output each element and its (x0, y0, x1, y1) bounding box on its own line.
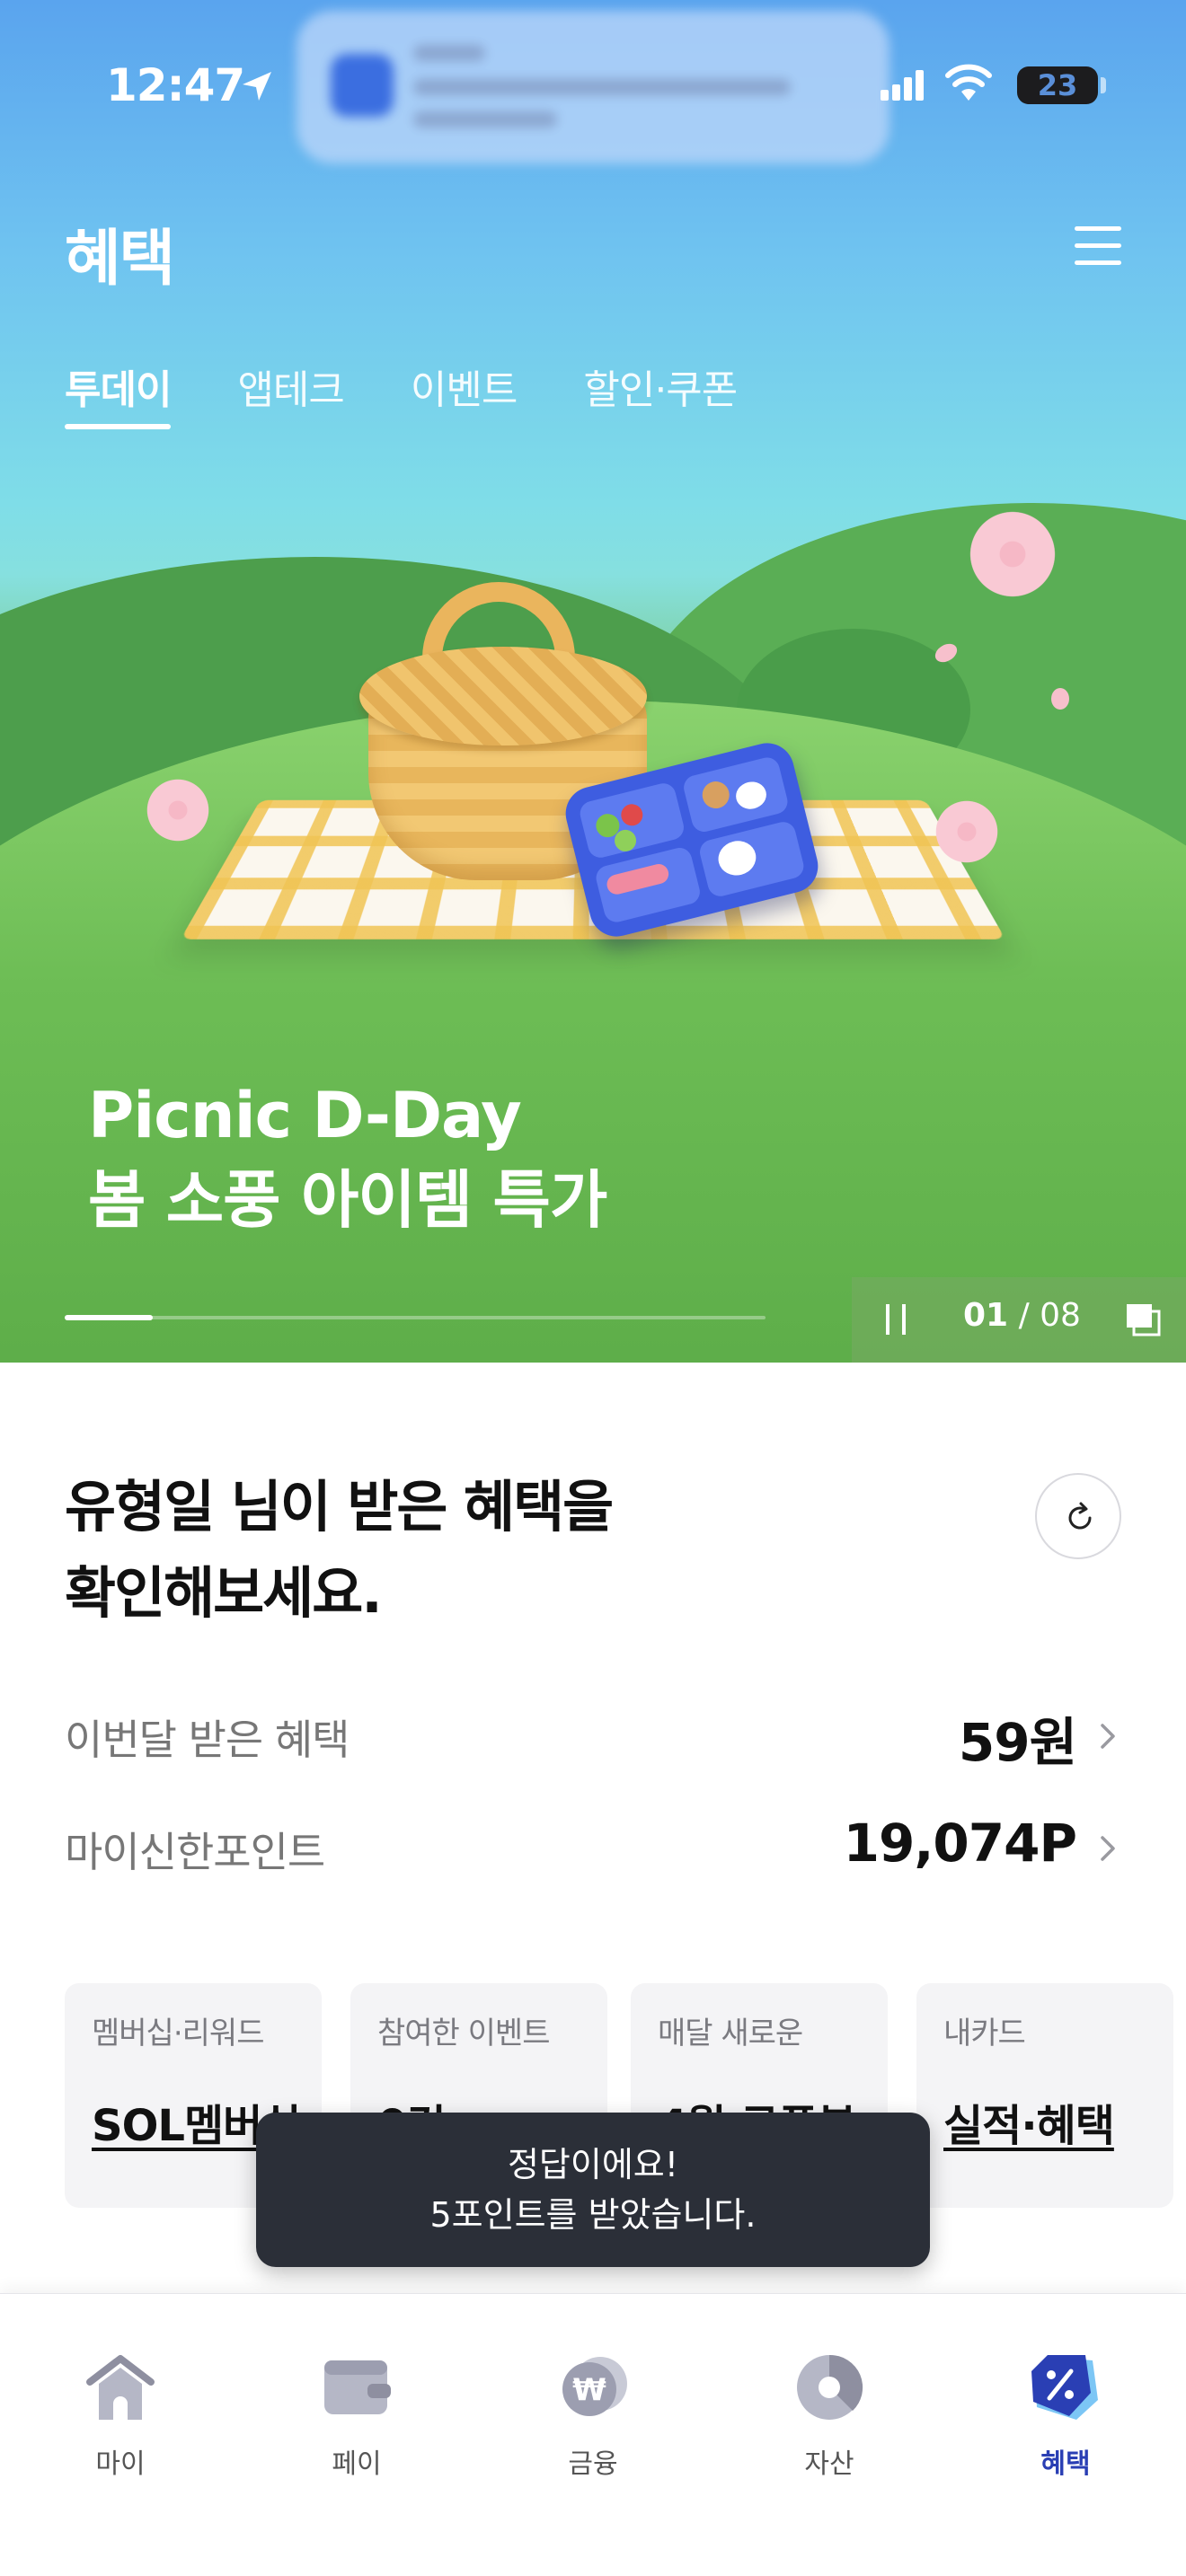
wifi-icon (945, 64, 992, 101)
point-balance-value: 19,074P (843, 1813, 1077, 1874)
nav-benefit[interactable]: 혜택 (976, 2348, 1155, 2492)
refresh-button[interactable] (1035, 1473, 1121, 1559)
nav-label: 금융 (568, 2448, 618, 2480)
nav-label: 페이 (332, 2448, 382, 2480)
carousel-progress-fill (65, 1315, 153, 1320)
nav-label: 자산 (804, 2448, 854, 2480)
discount-tag-icon (1031, 2355, 1098, 2420)
bottom-navigation: 마이 페이 ₩ 금융 자산 혜택 (0, 2293, 1186, 2576)
svg-text:₩: ₩ (572, 2372, 606, 2408)
carousel-counter: 01 / 08 (963, 1297, 1081, 1334)
banner-title: Picnic D-Day 봄 소풍 아이템 특가 (88, 1073, 897, 1242)
tab-event[interactable]: 이벤트 (411, 357, 518, 429)
summary-title-line2: 확인해보세요. (65, 1560, 383, 1626)
location-arrow-icon (243, 72, 271, 101)
banner-title-line1: Picnic D-Day (88, 1079, 522, 1152)
cherry-blossom-illustration (931, 796, 1003, 868)
card-title: 내카드 (943, 2016, 1026, 2051)
refresh-icon (1068, 1502, 1092, 1530)
card-title: 참여한 이벤트 (377, 2016, 551, 2051)
promo-banner[interactable]: Picnic D-Day 봄 소풍 아이템 특가 01 / 08 (0, 0, 1186, 1363)
nav-my[interactable]: 마이 (31, 2348, 210, 2492)
monthly-benefit-row[interactable]: 이번달 받은 혜택 59원 (65, 1700, 1121, 1773)
point-balance-label: 마이신한포인트 (65, 1828, 325, 1876)
carousel-progress-track (65, 1315, 766, 1320)
won-coin-icon: ₩ (562, 2357, 627, 2416)
battery-cap (1101, 77, 1106, 93)
pie-chart-icon (797, 2354, 863, 2420)
nav-finance[interactable]: ₩ 금융 (503, 2348, 683, 2492)
home-icon (86, 2355, 155, 2420)
carousel-total: 08 (1040, 1297, 1081, 1334)
monthly-benefit-value: 59원 (958, 1712, 1077, 1773)
lunchbox-compartment (697, 819, 807, 899)
point-balance-row[interactable]: 마이신한포인트 19,074P (65, 1813, 1121, 1884)
battery-indicator: 23 (1017, 66, 1098, 104)
wallet-icon (324, 2360, 391, 2414)
petal-illustration (1051, 688, 1069, 710)
cherry-blossom-illustration (963, 505, 1062, 604)
view-all-icon[interactable] (1125, 1302, 1161, 1337)
tab-today[interactable]: 투데이 (65, 357, 172, 429)
card-value[interactable]: 실적·혜택 (943, 2090, 1173, 2153)
lunchbox-compartment (681, 754, 791, 834)
card-title: 멤버십·리워드 (92, 2016, 265, 2051)
hamburger-menu-icon[interactable] (1075, 225, 1121, 268)
lunchbox-compartment (593, 845, 703, 925)
toast-line1: 정답이에요! (507, 2145, 679, 2184)
nav-label: 마이 (95, 2448, 146, 2480)
carousel-separator: / (1018, 1297, 1030, 1334)
notification-banner[interactable] (296, 11, 890, 163)
cellular-signal-icon (881, 70, 924, 101)
benefit-summary-title: 유형일 님이 받은 혜택을 확인해보세요. (65, 1464, 873, 1636)
pause-icon[interactable] (886, 1304, 906, 1335)
card-title: 매달 새로운 (658, 2016, 803, 2051)
monthly-benefit-label: 이번달 받은 혜택 (65, 1716, 350, 1764)
carousel-controls: 01 / 08 (852, 1277, 1186, 1363)
chevron-right-icon (1101, 1836, 1115, 1861)
tab-bar: 투데이 앱테크 이벤트 할인·쿠폰 (65, 357, 803, 429)
page-title: 혜택 (65, 224, 175, 295)
card-my-card[interactable]: 내카드 실적·혜택 (916, 1983, 1173, 2208)
chevron-right-icon (1101, 1724, 1115, 1749)
lunchbox-compartment (577, 781, 686, 860)
banner-title-line2: 봄 소풍 아이템 특가 (88, 1163, 607, 1237)
nav-assets[interactable]: 자산 (739, 2348, 919, 2492)
cherry-blossom-illustration (142, 774, 214, 846)
nav-label: 혜택 (1040, 2448, 1091, 2480)
tab-discount-coupon[interactable]: 할인·쿠폰 (583, 357, 738, 429)
toast-message: 정답이에요! 5포인트를 받았습니다. (256, 2113, 930, 2267)
tab-apptech[interactable]: 앱테크 (237, 357, 344, 429)
basket-lid-illustration (359, 647, 647, 745)
carousel-current: 01 (963, 1297, 1009, 1334)
nav-pay[interactable]: 페이 (267, 2348, 447, 2492)
toast-line2: 5포인트를 받았습니다. (429, 2195, 757, 2235)
status-time: 12:47 (106, 59, 245, 111)
summary-title-line1: 유형일 님이 받은 혜택을 (65, 1474, 614, 1539)
